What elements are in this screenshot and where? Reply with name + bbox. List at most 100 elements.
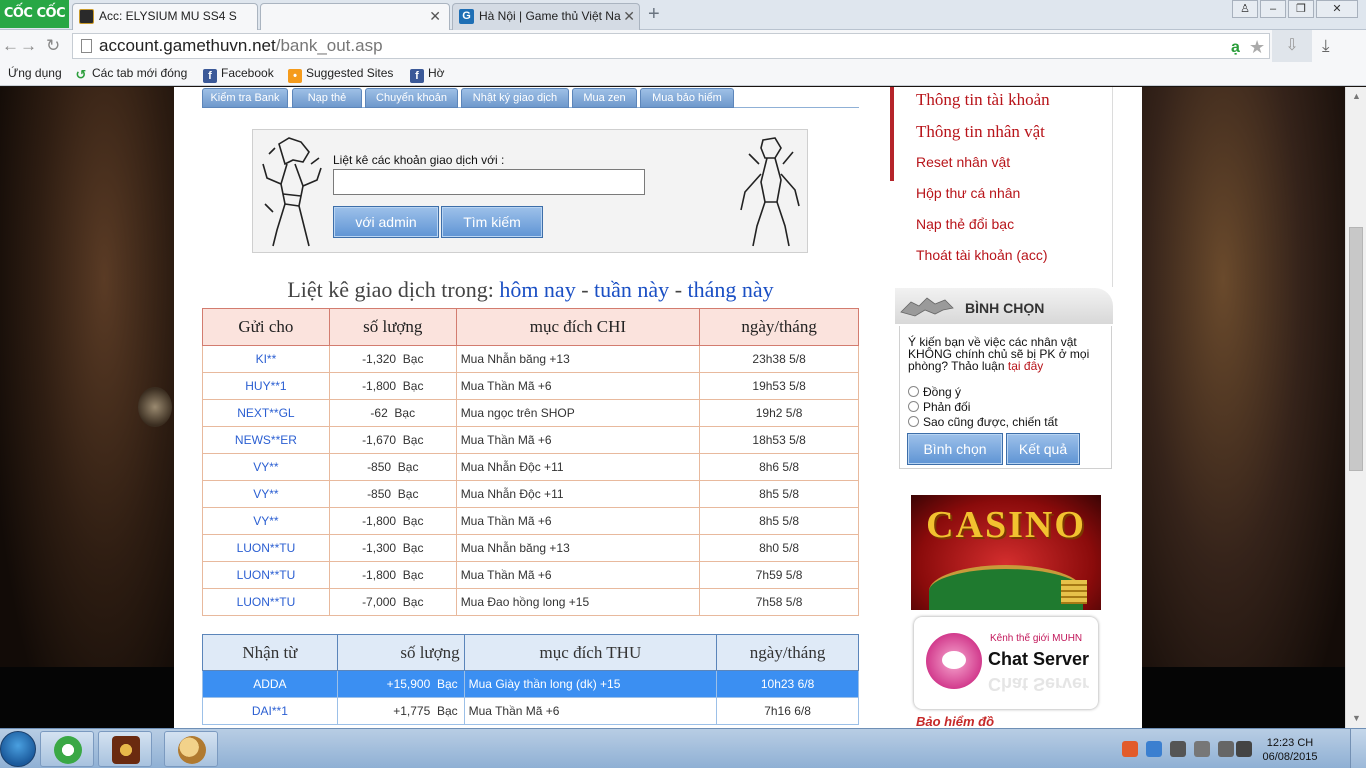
download-video-icon[interactable]: ⇩ — [1272, 30, 1312, 62]
row-player-name[interactable]: HUY**1 — [202, 372, 330, 400]
bookmark-star-icon[interactable]: ★ — [1249, 35, 1265, 59]
url-host: account.gamethuvn.net — [99, 36, 276, 55]
poll-option-agree[interactable]: Đồng ý — [908, 385, 961, 399]
vote-button[interactable]: Bình chọn — [907, 433, 1003, 465]
scroll-up-icon[interactable]: ▲ — [1346, 91, 1366, 101]
menu-reset-character[interactable]: Reset nhân vật — [916, 154, 1010, 170]
casino-banner[interactable]: CASINO — [911, 495, 1101, 610]
download-icon[interactable]: ⤓ — [1322, 36, 1330, 56]
with-admin-button[interactable]: với admin — [333, 206, 439, 238]
row-date: 7h58 5/8 — [699, 588, 859, 616]
row-amount: -1,320 Bạc — [328, 345, 457, 373]
radio-icon[interactable] — [908, 386, 919, 397]
subnav-buy-insurance[interactable]: Mua bảo hiểm — [640, 88, 734, 108]
poll-discuss-link[interactable]: tại đây — [1008, 359, 1043, 373]
clock-time: 12:23 CH — [1266, 737, 1314, 749]
close-tab-icon[interactable]: ✕ — [429, 4, 441, 28]
menu-character-info[interactable]: Thông tin nhân vật — [916, 122, 1045, 142]
bookmark-facebook[interactable]: f Facebook — [203, 66, 274, 83]
main-content: Kiểm tra Bank Nạp thẻ Chuyển khoản Nhật … — [174, 87, 890, 728]
taskbar-clock[interactable]: 12:23 CH 06/08/2015 — [1250, 736, 1330, 764]
table-header-row: Gửi cho số lượng mục đích CHI ngày/tháng — [202, 308, 859, 346]
scroll-down-icon[interactable]: ▼ — [1346, 713, 1366, 723]
header-purpose: mục đích THU — [463, 634, 718, 671]
user-icon[interactable]: ♙ — [1232, 0, 1258, 18]
filter-today-link[interactable]: hôm nay — [499, 277, 575, 302]
table-row: KI** -1,320 Bạc Mua Nhẫn băng +13 23h38 5/8 — [202, 345, 859, 373]
subnav-history[interactable]: Nhật ký giao dịch — [461, 88, 569, 108]
close-tab-icon[interactable]: ✕ — [623, 4, 635, 28]
row-player-name[interactable]: KI** — [202, 345, 330, 373]
show-desktop-button[interactable] — [1350, 729, 1366, 768]
row-player-name[interactable]: LUON**TU — [202, 588, 330, 616]
row-currency: Bạc — [402, 514, 424, 528]
back-icon[interactable]: ← — [2, 36, 19, 56]
insurance-banner[interactable]: Bảo hiểm đồ — [916, 714, 994, 728]
row-player-name[interactable]: LUON**TU — [202, 534, 330, 562]
bookmark-suggested[interactable]: • Suggested Sites — [288, 66, 393, 83]
windows-start-icon[interactable] — [0, 731, 36, 767]
taskbar-mu-game[interactable] — [98, 731, 152, 767]
row-player-name[interactable]: VY** — [202, 480, 330, 508]
row-player-name[interactable]: NEXT**GL — [202, 399, 330, 427]
taskbar-paint[interactable] — [164, 731, 218, 767]
menu-logout[interactable]: Thoát tài khoản (acc) — [916, 247, 1048, 263]
filter-week-link[interactable]: tuần này — [594, 277, 669, 302]
subnav-buy-zen[interactable]: Mua zen — [572, 88, 637, 108]
results-button[interactable]: Kết quả — [1006, 433, 1080, 465]
forward-icon[interactable]: → — [20, 36, 37, 56]
chat-server-banner[interactable]: Kênh thế giới MUHN Chat Server Chat Serv… — [914, 617, 1098, 709]
coccoc-logo[interactable]: CỐC CỐC — [0, 0, 69, 28]
bookmark-recent-tabs[interactable]: ↺ Các tab mới đóng — [74, 66, 188, 82]
new-tab-icon[interactable]: + — [648, 3, 660, 26]
subnav-topup[interactable]: Nạp thẻ — [292, 88, 362, 108]
network-icon[interactable] — [1218, 741, 1234, 757]
row-purpose: Mua Thần Mã +6 — [455, 372, 701, 400]
subnav-check-bank[interactable]: Kiểm tra Bank — [202, 88, 288, 108]
row-purpose: Mua Thần Mã +6 — [455, 426, 701, 454]
table-header-row: Nhận từ số lượng mục đích THU ngày/tháng — [202, 634, 859, 671]
page-viewport: Kiểm tra Bank Nạp thẻ Chuyển khoản Nhật … — [0, 87, 1345, 728]
subnav-transfer[interactable]: Chuyển khoản — [365, 88, 458, 108]
tab-current[interactable]: ✕ — [260, 3, 450, 30]
row-purpose: Mua Giày thần long (dk) +15 — [463, 670, 718, 698]
tab-hanoi[interactable]: G Hà Nội | Game thủ Việt Na ✕ — [452, 3, 640, 30]
row-player-name[interactable]: LUON**TU — [202, 561, 330, 589]
url-field[interactable]: account.gamethuvn.net/bank_out.asp ạ ★ — [72, 33, 1270, 59]
scroll-thumb[interactable] — [1349, 227, 1363, 471]
minimize-icon[interactable]: – — [1260, 0, 1286, 18]
coccoc-dictionary-icon[interactable]: ạ — [1231, 36, 1240, 60]
search-label: Liệt kê các khoản giao dịch với : — [333, 153, 505, 167]
bookmark-apps[interactable]: Ứng dụng — [8, 66, 62, 80]
security-icon[interactable] — [1122, 741, 1138, 757]
list-title-prefix: Liệt kê giao dịch trong: — [287, 277, 494, 302]
menu-card-to-silver[interactable]: Nạp thẻ đổi bạc — [916, 216, 1014, 232]
search-input[interactable] — [333, 169, 645, 195]
radio-icon[interactable] — [908, 416, 919, 427]
row-player-name[interactable]: VY** — [202, 453, 330, 481]
ornament-icon — [138, 387, 172, 427]
reload-icon[interactable]: ↻ — [46, 36, 60, 56]
action-center-icon[interactable] — [1194, 741, 1210, 757]
bookmark-ho[interactable]: f Hờ — [410, 66, 445, 83]
menu-account-info[interactable]: Thông tin tài khoản — [916, 90, 1050, 110]
row-player-name[interactable]: DAI**1 — [202, 697, 338, 725]
poll-option-neutral[interactable]: Sao cũng được, chiến tất — [908, 415, 1058, 429]
menu-inbox[interactable]: Hộp thư cá nhân — [916, 185, 1020, 201]
language-icon[interactable] — [1146, 741, 1162, 757]
poll-option-oppose[interactable]: Phản đối — [908, 400, 970, 414]
search-button[interactable]: Tìm kiếm — [441, 206, 543, 238]
row-date: 7h16 6/8 — [716, 697, 859, 725]
row-player-name[interactable]: VY** — [202, 507, 330, 535]
row-currency: Bạc — [402, 568, 424, 582]
row-player-name[interactable]: NEWS**ER — [202, 426, 330, 454]
close-window-icon[interactable]: ✕ — [1316, 0, 1358, 18]
page-scrollbar[interactable]: ▲ ▼ — [1345, 87, 1366, 728]
row-player-name[interactable]: ADDA — [202, 670, 338, 698]
taskbar-coccoc[interactable] — [40, 731, 94, 767]
restore-icon[interactable]: ❐ — [1288, 0, 1314, 18]
filter-month-link[interactable]: tháng này — [688, 277, 774, 302]
row-date: 8h6 5/8 — [699, 453, 859, 481]
radio-icon[interactable] — [908, 401, 919, 412]
network-tool-icon[interactable] — [1170, 741, 1186, 757]
